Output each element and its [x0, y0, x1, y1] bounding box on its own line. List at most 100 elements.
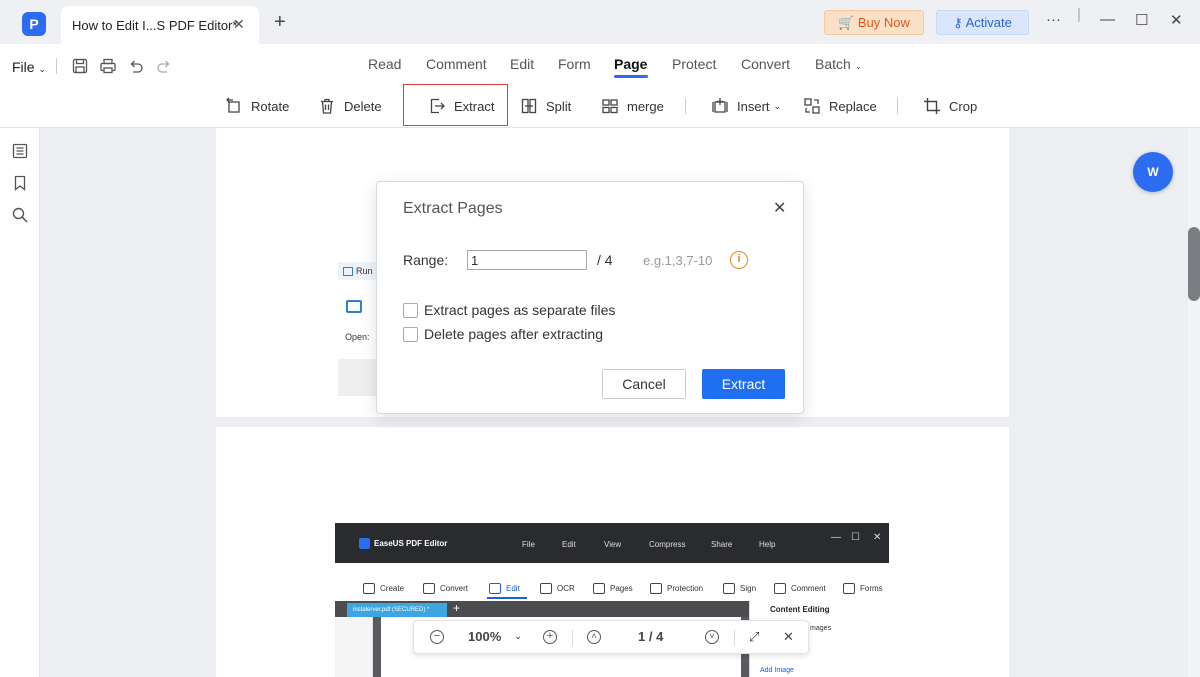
document-tab-title: How to Edit I...S PDF Editor* [72, 18, 238, 33]
embedded-title-bar: EaseUS PDF Editor File Edit View Compres… [335, 523, 889, 563]
pages-icon [593, 583, 605, 594]
embedded-menu-item: Edit [562, 540, 576, 549]
forms-icon [843, 583, 855, 594]
separate-files-label: Extract pages as separate files [424, 302, 616, 318]
chevron-down-icon[interactable]: ⌄ [514, 631, 522, 642]
active-tab-indicator [614, 75, 648, 78]
buy-now-label: Buy Now [857, 15, 910, 30]
close-icon[interactable]: ✕ [773, 198, 786, 218]
replace-button[interactable]: Replace [803, 96, 877, 116]
extract-label: Extract [454, 98, 495, 114]
zoom-level[interactable]: 100% [468, 629, 501, 644]
search-icon[interactable] [11, 206, 29, 224]
tab-comment[interactable]: Comment [426, 56, 487, 72]
embedded-tool-label: Comment [791, 584, 826, 593]
delete-button[interactable]: Delete [318, 96, 382, 116]
tab-convert[interactable]: Convert [741, 56, 790, 72]
maximize-button[interactable]: ☐ [1135, 11, 1148, 29]
merge-button[interactable]: merge [601, 96, 664, 116]
page-snippet-bar [338, 359, 378, 396]
document-tab[interactable]: How to Edit I...S PDF Editor* ✕ [61, 6, 259, 44]
add-image-label: Add Image [760, 667, 794, 674]
zoom-in-icon[interactable]: + [543, 630, 557, 644]
thumbnails-icon[interactable] [11, 142, 29, 160]
split-icon [521, 98, 537, 114]
tab-batch-label: Batch [815, 56, 851, 72]
embedded-minimize-icon: — [831, 532, 841, 543]
activate-button[interactable]: ⚷ Activate [936, 10, 1029, 35]
separate-files-option[interactable]: Extract pages as separate files [403, 302, 615, 318]
close-tab-icon[interactable]: ✕ [233, 16, 245, 33]
delete-after-option[interactable]: Delete pages after extracting [403, 326, 603, 342]
close-zoombar-icon[interactable]: ✕ [783, 629, 794, 645]
delete-after-checkbox[interactable] [403, 326, 418, 342]
redo-icon[interactable] [155, 57, 173, 75]
file-menu[interactable]: File ⌄ [12, 59, 46, 75]
embedded-tool: Sign [723, 583, 756, 594]
buy-now-button[interactable]: 🛒 Buy Now [824, 10, 924, 35]
embedded-tool: Convert [423, 583, 468, 594]
embedded-active-underline [487, 597, 527, 599]
embedded-tool: Protection [650, 583, 703, 594]
print-icon[interactable] [99, 57, 117, 75]
divider: | [1077, 6, 1081, 23]
tab-batch[interactable]: Batch ⌄ [815, 56, 862, 72]
embedded-tool: Edit [489, 583, 520, 594]
comment-icon [774, 583, 786, 594]
new-tab-button[interactable]: + [274, 12, 286, 32]
sign-icon [723, 583, 735, 594]
scrollbar-thumb[interactable] [1188, 227, 1200, 301]
key-icon: ⚷ [953, 15, 963, 30]
extract-confirm-button[interactable]: Extract [702, 369, 785, 399]
rotate-icon [226, 97, 240, 113]
crop-button[interactable]: Crop [923, 96, 977, 116]
embedded-close-icon: ✕ [873, 532, 882, 543]
vertical-scrollbar[interactable] [1188, 128, 1200, 677]
cart-icon: 🛒 [838, 15, 855, 30]
tab-page[interactable]: Page [614, 56, 647, 72]
embedded-tool: Forms [843, 583, 883, 594]
content-editing-heading: Content Editing [770, 605, 830, 614]
close-window-button[interactable]: ✕ [1170, 11, 1183, 29]
tab-form[interactable]: Form [558, 56, 591, 72]
zoom-out-icon[interactable]: − [430, 630, 444, 644]
rotate-button[interactable]: Rotate [225, 96, 289, 116]
save-icon[interactable] [71, 57, 89, 75]
range-example-hint: e.g.1,3,7-10 [643, 253, 713, 268]
menu-bar: File ⌄ Read Comment Edit Form Page Prote… [0, 44, 1200, 84]
previous-page-icon[interactable]: ˄ [587, 630, 601, 644]
fullscreen-icon[interactable]: ⤢ [749, 629, 759, 645]
embedded-tool-label: Edit [506, 584, 520, 593]
tab-edit[interactable]: Edit [510, 56, 534, 72]
title-bar: P How to Edit I...S PDF Editor* ✕ + 🛒 Bu… [0, 0, 1200, 44]
split-button[interactable]: Split [520, 96, 571, 116]
embedded-tool-label: OCR [557, 584, 575, 593]
images-label: mages [810, 625, 832, 632]
chevron-down-icon: ⌄ [773, 100, 782, 111]
tab-protect[interactable]: Protect [672, 56, 716, 72]
cancel-button[interactable]: Cancel [602, 369, 686, 399]
minimize-button[interactable]: — [1100, 11, 1115, 28]
insert-button[interactable]: Insert ⌄ [711, 96, 781, 116]
file-menu-label: File [12, 59, 35, 75]
convert-to-word-icon[interactable]: W [1133, 152, 1173, 192]
protection-icon [650, 583, 662, 594]
undo-icon[interactable] [127, 57, 145, 75]
info-icon[interactable]: i [730, 251, 748, 269]
bookmark-icon[interactable] [11, 174, 29, 192]
page-indicator[interactable]: 1 / 4 [638, 629, 663, 644]
delete-after-label: Delete pages after extracting [424, 326, 603, 342]
rotate-label: Rotate [251, 98, 290, 114]
edit-icon [489, 583, 501, 594]
left-sidebar [0, 128, 40, 677]
more-options-icon[interactable]: ··· [1046, 11, 1061, 28]
divider [56, 58, 57, 74]
embedded-tool: Pages [593, 583, 633, 594]
extract-button[interactable]: Extract [428, 96, 494, 116]
separate-files-checkbox[interactable] [403, 302, 418, 318]
next-page-icon[interactable]: ˅ [705, 630, 719, 644]
embedded-doc-tab: instalerver.pdf (SECURED) * [347, 603, 447, 617]
range-input[interactable] [467, 250, 587, 270]
tab-read[interactable]: Read [368, 56, 401, 72]
embedded-sidebar [335, 617, 373, 677]
